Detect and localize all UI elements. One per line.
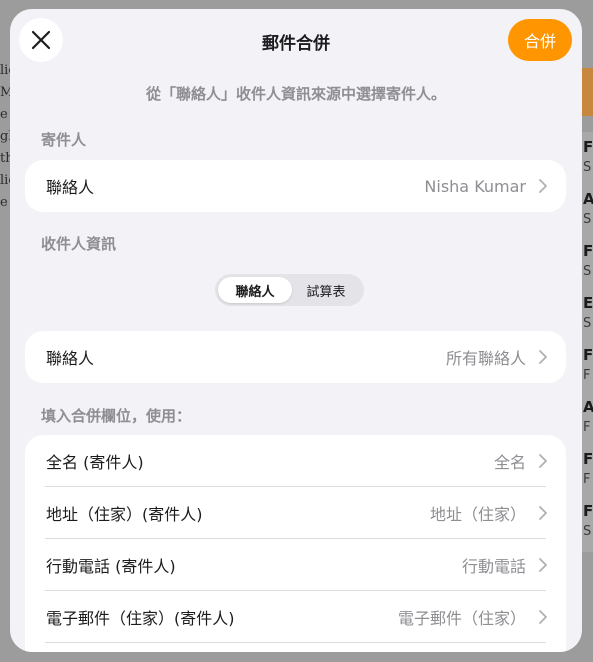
page-title: 郵件合併	[262, 34, 330, 54]
fields-section-label: 填入合併欄位，使用：	[41, 407, 192, 425]
merge-field-row-home-address[interactable]: 地址（住家）(寄件人) 地址（住家）	[25, 487, 566, 539]
recipient-card: 聯絡人 所有聯絡人	[25, 331, 566, 383]
sheet-header: 郵件合併 合併	[10, 9, 582, 71]
merge-button[interactable]: 合併	[508, 19, 572, 61]
chevron-right-icon	[539, 558, 547, 572]
chevron-right-icon	[539, 179, 547, 193]
recipient-source-row[interactable]: 聯絡人 所有聯絡人	[25, 331, 566, 383]
merge-fields-card: 全名 (寄件人) 全名 地址（住家）(寄件人) 地址（住家） 行動電話 (寄件人…	[25, 435, 566, 652]
source-segmented-control: 聯絡人 試算表	[215, 274, 364, 306]
chevron-right-icon	[539, 350, 547, 364]
recipient-section-label: 收件人資訊	[41, 235, 117, 253]
row-value: 行動電話	[461, 557, 526, 576]
row-value: Nisha Kumar	[424, 176, 526, 196]
merge-field-row-home-email[interactable]: 電子郵件（住家）(寄件人) 電子郵件（住家）	[25, 591, 566, 643]
list-item: FF	[583, 450, 593, 487]
merge-field-row-mobile-phone[interactable]: 行動電話 (寄件人) 行動電話	[25, 539, 566, 591]
list-item: AF	[583, 398, 593, 435]
sender-section-label: 寄件人	[41, 131, 87, 149]
list-item: FS	[583, 138, 593, 175]
sender-source-row[interactable]: 聯絡人 Nisha Kumar	[25, 160, 566, 212]
list-item: AS	[583, 190, 593, 227]
background-list: FS AS FS ES FF AF FF FS	[581, 132, 593, 552]
chevron-right-icon	[539, 454, 547, 468]
row-label: 全名 (寄件人)	[46, 453, 144, 472]
instruction-text: 從「聯絡人」收件人資訊來源中選擇寄件人。	[145, 85, 446, 103]
merge-field-row-full-name[interactable]: 全名 (寄件人) 全名	[25, 435, 566, 487]
chevron-right-icon	[539, 610, 547, 624]
divider	[45, 642, 546, 643]
row-value: 電子郵件（住家）	[397, 609, 526, 628]
list-item: ES	[583, 294, 593, 331]
segment-spreadsheet[interactable]: 試算表	[289, 277, 363, 303]
row-value: 全名	[493, 453, 526, 472]
background-toolbar-accent	[581, 68, 593, 116]
row-label: 聯絡人	[46, 178, 95, 197]
segment-contacts[interactable]: 聯絡人	[218, 277, 292, 303]
row-label: 聯絡人	[46, 349, 95, 368]
row-label: 電子郵件（住家）(寄件人)	[46, 609, 235, 628]
sender-card: 聯絡人 Nisha Kumar	[25, 160, 566, 212]
chevron-right-icon	[539, 506, 547, 520]
list-item: FS	[583, 502, 593, 539]
mail-merge-sheet: 郵件合併 合併 從「聯絡人」收件人資訊來源中選擇寄件人。 寄件人 聯絡人 Nis…	[10, 9, 582, 652]
row-value: 地址（住家）	[429, 505, 526, 524]
list-item: FS	[583, 242, 593, 279]
row-label: 行動電話 (寄件人)	[46, 557, 176, 576]
row-label: 地址（住家）(寄件人)	[46, 505, 203, 524]
row-value: 所有聯絡人	[445, 349, 526, 368]
list-item: FF	[583, 346, 593, 383]
